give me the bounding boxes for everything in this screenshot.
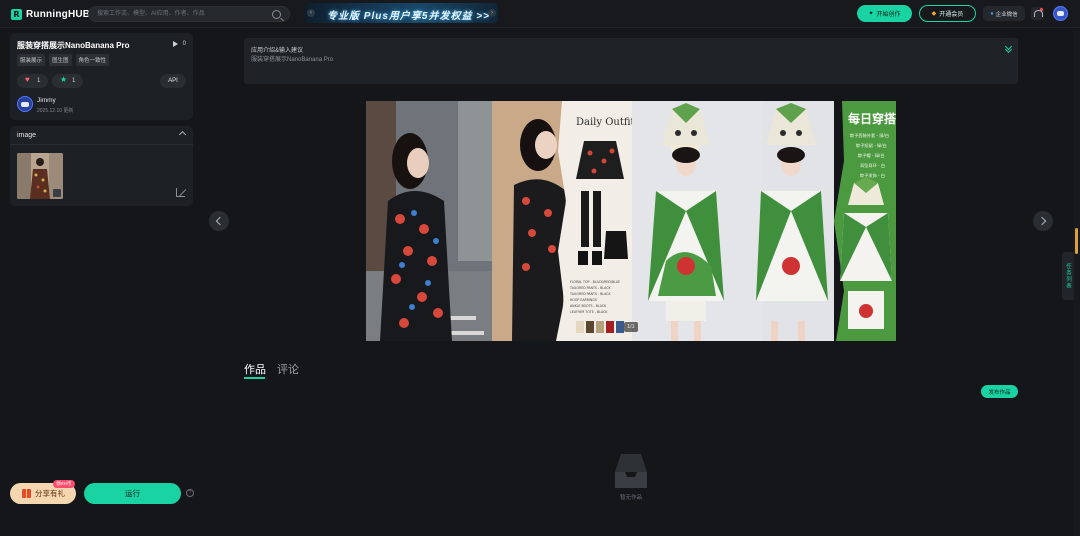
brand-name: RunningHUB — [26, 8, 91, 20]
active-tab-indicator — [244, 377, 265, 379]
enterprise-button[interactable]: ● 企业微信 — [983, 6, 1025, 21]
run-count-value: 0 — [182, 41, 186, 47]
share-badge: 领RH币 — [53, 480, 75, 488]
promo-banner[interactable]: ‹ 专业版 Plus用户享5并发权益 >> › — [305, 3, 498, 23]
result-image: Daily Outfit FLORAL TOP - BLACK/RED/BLUE… — [366, 101, 896, 341]
empty-box-icon — [615, 454, 647, 488]
delete-image-icon[interactable] — [53, 189, 61, 197]
brand-logo[interactable]: R RunningHUB — [11, 8, 90, 20]
scrollbar-track[interactable] — [1073, 30, 1080, 536]
publish-work-button[interactable]: 发布作品 — [981, 385, 1018, 398]
banner-prev-icon[interactable]: ‹ — [307, 9, 315, 17]
image-counter: 1/1 — [624, 322, 638, 332]
empty-works-text: 暂无作品 — [619, 495, 642, 501]
outfit-line: ANKLE BOOTS - BLACK — [570, 304, 607, 308]
daily-line: 粽子西装外套 - 绿/白 — [850, 132, 889, 139]
banner-next-icon[interactable]: › — [488, 9, 496, 17]
app-info-card: 服装穿搭展示NanoBanana Pro 0 服装展示 图生图 角色一致性 1 … — [10, 33, 193, 120]
like-button[interactable]: 1 — [17, 74, 49, 88]
run-button[interactable]: 运行 — [84, 483, 181, 504]
daily-outfit-title: 每日穿搭 — [848, 111, 896, 126]
outfit-line: LEATHER TOTE - BLACK — [570, 310, 608, 314]
chevron-up-icon[interactable] — [178, 130, 187, 139]
membership-label: 开通会员 — [939, 12, 964, 18]
daily-line: 耳坠耳环 - 白 — [860, 162, 885, 169]
top-bar: R RunningHUB ‹ 专业版 Plus用户享5并发权益 >> › ✦ 开… — [0, 0, 1080, 28]
author-name[interactable]: Jimmy — [37, 97, 56, 104]
image-input-card: image — [10, 126, 193, 206]
outfit-line: FLORAL TOP - BLACK/RED/BLUE — [570, 280, 620, 284]
daily-line: 粽子帽 - 绿/白 — [858, 152, 885, 159]
outfit-title: Daily Outfit — [576, 117, 635, 128]
result-image-gallery[interactable]: Daily Outfit FLORAL TOP - BLACK/RED/BLUE… — [366, 101, 896, 341]
run-count: 0 — [172, 41, 186, 47]
expand-chevron-icon[interactable] — [1005, 44, 1011, 52]
star-icon — [60, 75, 67, 85]
tag[interactable]: 图生图 — [49, 54, 72, 66]
notification-bell-icon[interactable] — [1031, 7, 1044, 20]
app-intro-panel: 应用介绍&输入建议 服装穿搭展示NanoBanana Pro — [244, 38, 1018, 84]
edit-icon[interactable] — [176, 188, 185, 197]
intro-title: 应用介绍&输入建议 — [251, 48, 304, 54]
like-count: 1 — [37, 78, 41, 84]
search-input[interactable] — [89, 7, 259, 21]
scrollbar-thumb[interactable] — [1075, 228, 1078, 254]
favorite-count: 1 — [72, 78, 76, 84]
brand-mark-icon: R — [11, 8, 22, 20]
daily-line: 粽子发饰 - 白 — [860, 172, 885, 179]
uploaded-image-thumbnail[interactable] — [17, 153, 63, 199]
heart-icon — [25, 75, 32, 84]
gallery-prev-button[interactable] — [209, 211, 229, 231]
diamond-icon: ◆ — [931, 11, 937, 17]
search-bar[interactable] — [88, 6, 290, 22]
user-avatar[interactable] — [1053, 6, 1068, 21]
gallery-next-button[interactable] — [1033, 211, 1053, 231]
author-avatar[interactable] — [17, 96, 33, 112]
gift-icon — [22, 489, 31, 498]
enterprise-label: 企业微信 — [995, 11, 1018, 18]
chat-icon: ● — [990, 10, 994, 17]
api-button[interactable]: API — [160, 74, 186, 88]
search-icon[interactable] — [272, 10, 281, 19]
image-section-header[interactable]: image — [10, 126, 193, 145]
play-icon — [172, 41, 178, 47]
update-time: 2025.12.10 更新 — [37, 108, 74, 114]
sparkle-icon: ✦ — [868, 11, 874, 17]
task-list-tab[interactable]: 任务列表 — [1062, 252, 1074, 300]
tab-works[interactable]: 作品 — [244, 361, 266, 377]
membership-button[interactable]: ◆ 开通会员 — [919, 5, 976, 22]
help-icon[interactable]: ? — [186, 489, 194, 497]
start-creating-label: 开始创作 — [876, 12, 901, 18]
share-label: 分享有礼 — [35, 489, 65, 498]
tag[interactable]: 角色一致性 — [75, 54, 110, 66]
app-title: 服装穿搭展示NanoBanana Pro — [17, 41, 130, 50]
tag-list: 服装展示 图生图 角色一致性 — [17, 54, 110, 66]
outfit-line: TAILORED PANTS - BLACK — [569, 292, 612, 296]
image-section-title: image — [17, 132, 37, 139]
favorite-button[interactable]: 1 — [52, 74, 84, 88]
outfit-line: TAILORED PANTS - BLACK — [569, 286, 612, 290]
tag[interactable]: 服装展示 — [17, 54, 46, 66]
outfit-line: HOOP EARRINGS — [570, 298, 597, 302]
daily-line: 粽子短裙 - 绿/白 — [856, 142, 887, 149]
intro-description: 服装穿搭展示NanoBanana Pro — [251, 57, 334, 63]
tab-comments[interactable]: 评论 — [277, 361, 299, 377]
start-creating-button[interactable]: ✦ 开始创作 — [857, 5, 912, 22]
banner-text: 专业版 Plus用户享5并发权益 >> — [327, 11, 490, 22]
